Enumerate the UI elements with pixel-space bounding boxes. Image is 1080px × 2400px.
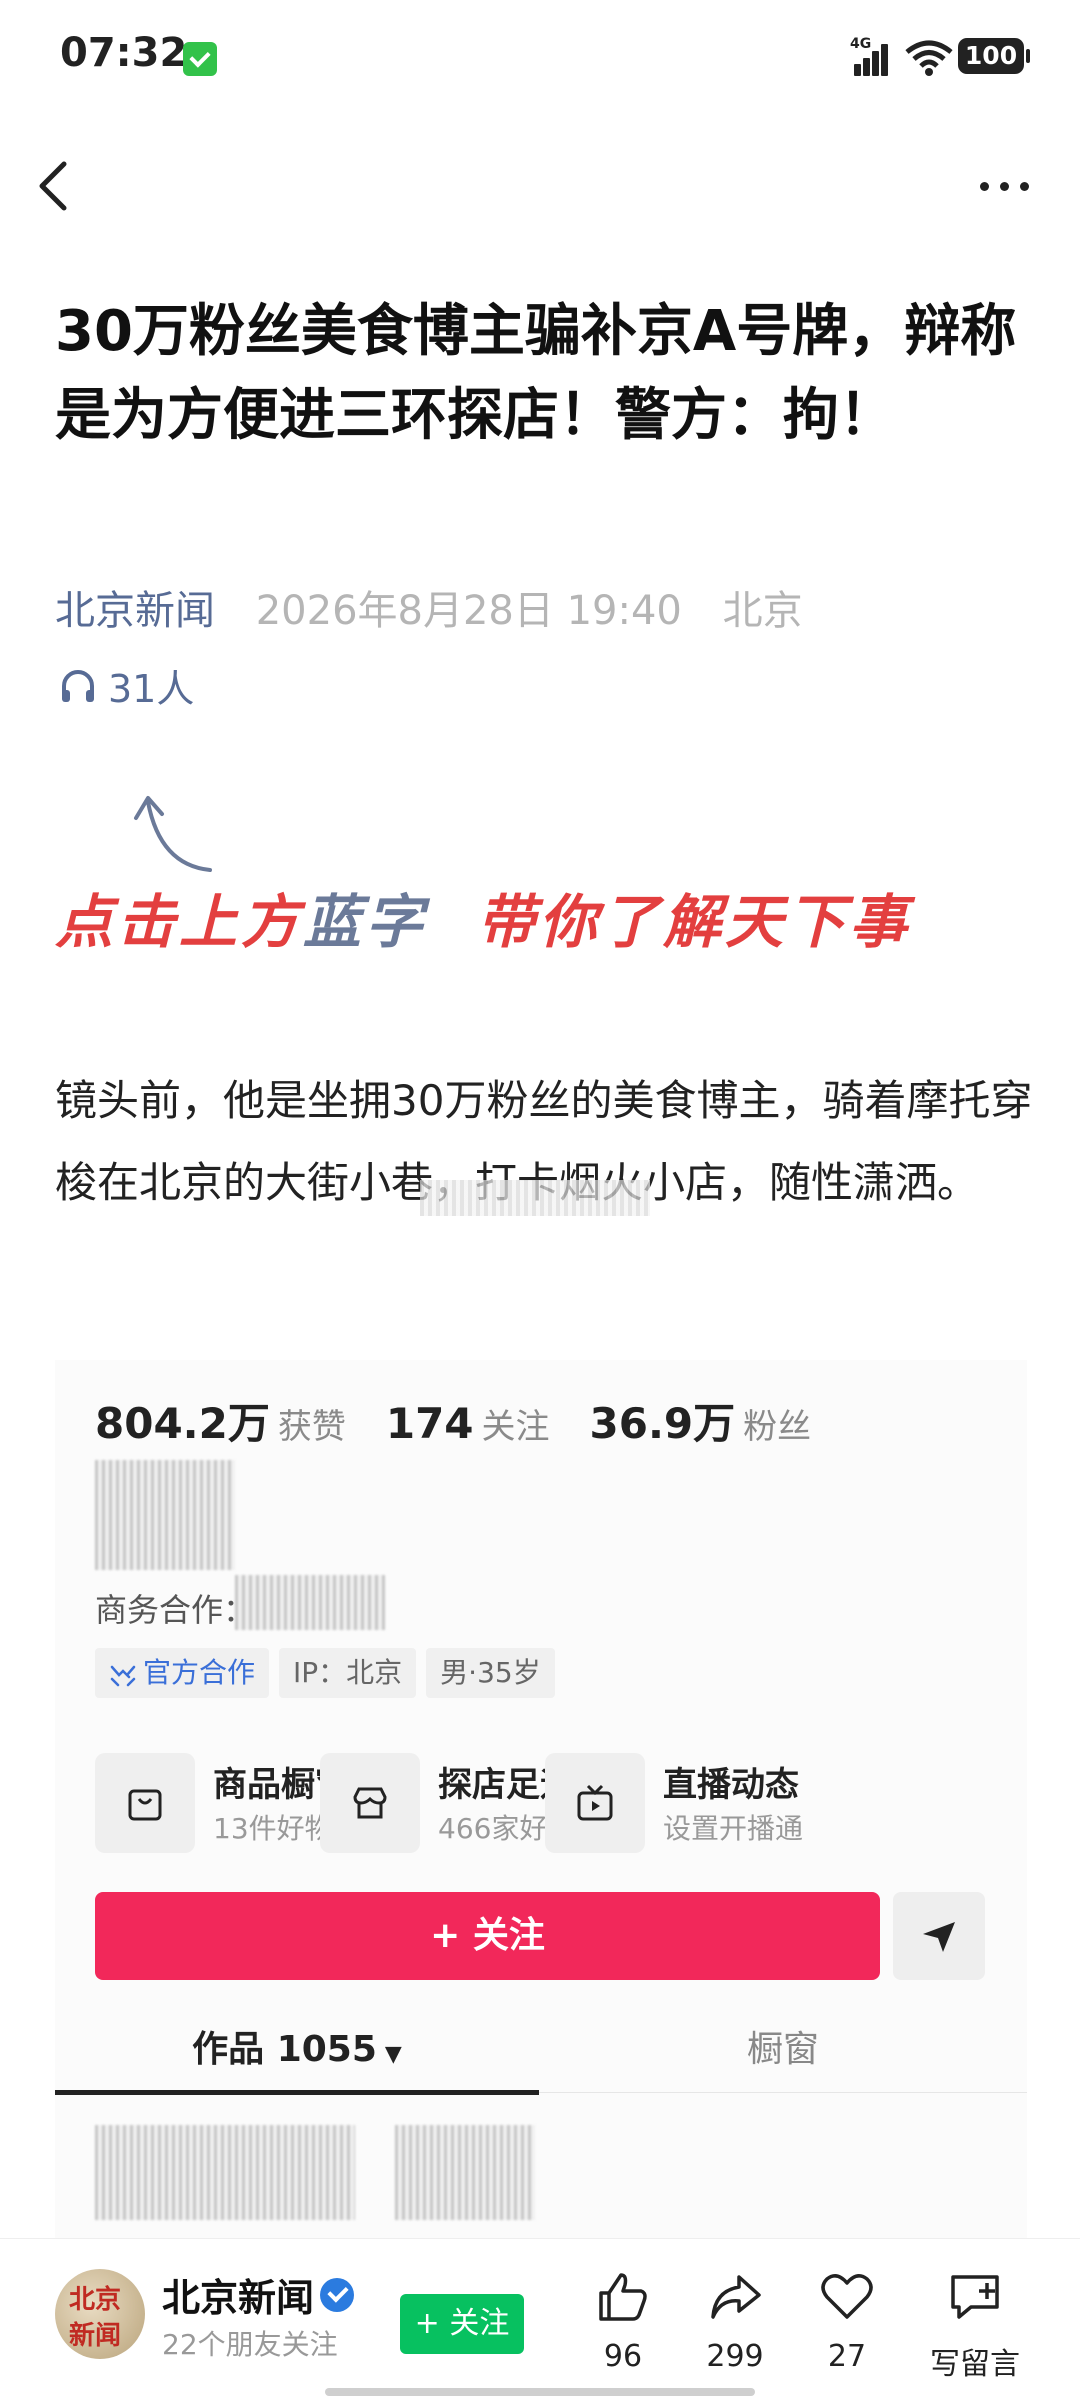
like-count: 96 xyxy=(603,2339,643,2374)
comment-label: 写留言 xyxy=(930,2347,1020,2382)
feature-subtitle: 设置开播通 xyxy=(663,1812,804,1845)
like-button[interactable]: 96 xyxy=(568,2269,678,2379)
caret-down-icon: ▼ xyxy=(384,2042,402,2067)
article-title: 30万粉丝美食博主骗补京A号牌，辩称是为方便进三环探店！警方：拘！ xyxy=(55,299,1017,448)
promo-text-2: 蓝字 xyxy=(303,888,428,956)
fans-label: 粉丝 xyxy=(743,1407,812,1447)
profile-stats: 804.2万 获赞 174 关注 36.9万 粉丝 xyxy=(95,1390,851,1451)
back-button[interactable] xyxy=(30,150,80,220)
embedded-profile-screenshot: 804.2万 获赞 174 关注 36.9万 粉丝 商务合作： 官方合作 IP：… xyxy=(55,1360,1027,2238)
tag-label: 官方合作 xyxy=(143,1656,256,1689)
following-count: 174 xyxy=(385,1399,474,1448)
battery-icon: 100 xyxy=(958,38,1030,74)
follow-account-button[interactable]: + 关注 xyxy=(400,2294,524,2354)
tab-divider xyxy=(539,2092,1027,2093)
headphones-icon xyxy=(62,669,94,702)
profile-share-button xyxy=(893,1892,985,1980)
handshake-icon xyxy=(110,1665,136,1687)
thumbs-up-icon xyxy=(599,2273,647,2321)
comment-button[interactable]: 写留言 xyxy=(915,2269,1035,2382)
more-options-button[interactable] xyxy=(970,160,1040,210)
comment-add-icon xyxy=(951,2275,999,2319)
active-tab-indicator xyxy=(55,2090,539,2095)
window-tab: 橱窗 xyxy=(746,2029,819,2070)
wifi-icon xyxy=(905,40,953,76)
following-label: 关注 xyxy=(481,1407,550,1447)
listener-count: 31人 xyxy=(108,667,195,711)
blurred-bio xyxy=(95,1460,235,1570)
curved-arrow-icon xyxy=(134,796,212,872)
likes-count: 804.2万 xyxy=(95,1399,270,1448)
works-tab: 作品 1055 ▼ xyxy=(55,2010,539,2090)
profile-follow-button: + 关注 xyxy=(95,1892,880,1980)
avatar-text: 北京 xyxy=(69,2285,122,2315)
heart-icon xyxy=(821,2274,873,2319)
verified-badge-icon xyxy=(320,2277,355,2312)
status-bar: 07:32 4G 100 xyxy=(0,0,1080,110)
notification-app-icon xyxy=(183,42,217,76)
status-time: 07:32 xyxy=(60,30,188,76)
feature-subtitle: 13件好物 xyxy=(213,1812,333,1845)
article-location: 北京 xyxy=(722,588,803,634)
article-source-link[interactable]: 北京新闻 xyxy=(55,588,215,634)
avatar-text: 新闻 xyxy=(69,2321,122,2351)
works-tab-label: 作品 1055 xyxy=(192,2029,377,2070)
store-icon xyxy=(320,1753,420,1853)
promo-text-1: 点击上方 xyxy=(55,888,304,956)
shopping-bag-icon xyxy=(95,1753,195,1853)
send-icon xyxy=(923,1922,955,1952)
favorite-count: 27 xyxy=(827,2339,867,2374)
article-date: 2026年8月28日 19:40 xyxy=(255,588,682,634)
official-partner-tag: 官方合作 xyxy=(95,1648,270,1698)
live-updates-entry: 直播动态 设置开播通 xyxy=(545,1745,875,1855)
ip-location-tag: IP：北京 xyxy=(279,1648,417,1698)
gender-age-tag: 男·35岁 xyxy=(426,1648,555,1698)
network-type: 4G xyxy=(850,36,872,52)
article-meta: 北京新闻 2026年8月28日 19:40 北京 xyxy=(55,578,803,636)
share-count: 299 xyxy=(706,2339,764,2374)
likes-label: 获赞 xyxy=(277,1407,346,1447)
blurred-business-contact xyxy=(235,1575,385,1630)
tv-icon xyxy=(545,1753,645,1853)
account-name-label: 北京新闻 xyxy=(162,2276,315,2320)
home-indicator[interactable] xyxy=(325,2388,755,2396)
blurred-video-thumbnails xyxy=(95,2125,355,2220)
chevron-left-icon xyxy=(39,161,67,211)
friends-follow-count: 22个朋友关注 xyxy=(162,2328,338,2361)
follow-promo-banner: 点击上方蓝字 带你了解天下事 xyxy=(55,875,1030,956)
profile-tags: 官方合作 IP：北京 男·35岁 xyxy=(95,1648,555,1698)
account-avatar[interactable]: 北京 新闻 xyxy=(55,2269,145,2359)
share-button[interactable]: 299 xyxy=(680,2269,790,2379)
listen-button[interactable]: 31人 xyxy=(58,658,194,713)
favorite-button[interactable]: 27 xyxy=(792,2269,902,2379)
bottom-action-bar: 北京 新闻 北京新闻 22个朋友关注 + 关注 96 299 27 写留言 xyxy=(0,2238,1080,2400)
feature-title: 直播动态 xyxy=(663,1765,799,1805)
business-contact-label: 商务合作： xyxy=(95,1591,256,1629)
blurred-video-thumbnails xyxy=(395,2125,535,2220)
signal-icon: 4G xyxy=(850,36,892,76)
fans-count: 36.9万 xyxy=(589,1399,736,1448)
account-name[interactable]: 北京新闻 xyxy=(162,2267,355,2322)
share-arrow-icon xyxy=(711,2275,761,2319)
blurred-overlay xyxy=(420,1180,650,1216)
promo-text-3: 带你了解天下事 xyxy=(477,888,912,956)
